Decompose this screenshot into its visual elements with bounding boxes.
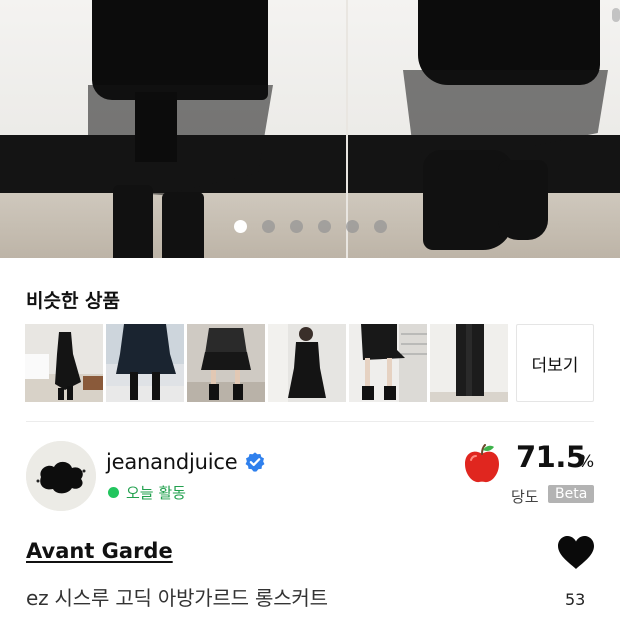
see-more-button[interactable]: 더보기 (516, 324, 594, 402)
carousel-dot-6[interactable] (373, 220, 387, 233)
heart-icon[interactable] (557, 535, 595, 571)
sweetness-score: 71.5 (516, 440, 586, 474)
activity-label: 오늘 활동 (126, 484, 186, 502)
section-divider (26, 421, 594, 422)
carousel-dot-2[interactable] (261, 220, 275, 233)
similar-product-thumb[interactable] (187, 324, 265, 402)
carousel-pagination (0, 220, 620, 233)
carousel-dot-4[interactable] (317, 220, 331, 233)
similar-products-list (25, 324, 508, 402)
sweetness-unit: % (578, 452, 595, 472)
carousel-dot-1[interactable] (233, 220, 247, 233)
seller-avatar[interactable] (26, 441, 96, 511)
verified-check-icon (245, 452, 265, 472)
product-image-carousel[interactable] (0, 0, 620, 258)
product-title: ez 시스루 고딕 아방가르드 롱스커트 (26, 586, 328, 610)
similar-products-title: 비슷한 상품 (26, 290, 121, 312)
brand-link[interactable]: Avant Garde (26, 539, 173, 563)
similar-product-thumb[interactable] (349, 324, 427, 402)
seller-name[interactable]: jeanandjuice (106, 450, 238, 474)
beta-badge: Beta (548, 485, 595, 503)
similar-product-thumb[interactable] (106, 324, 184, 402)
seller-activity-status: 오늘 활동 (108, 482, 186, 503)
sweetness-label: 당도 (511, 488, 539, 506)
apple-icon (465, 444, 499, 483)
similar-product-thumb[interactable] (430, 324, 508, 402)
carousel-dot-3[interactable] (289, 220, 303, 233)
scroll-indicator (612, 8, 620, 22)
similar-product-thumb[interactable] (268, 324, 346, 402)
similar-product-thumb[interactable] (25, 324, 103, 402)
like-count: 53 (565, 590, 586, 609)
carousel-dot-5[interactable] (345, 220, 359, 233)
online-status-dot (108, 487, 119, 498)
